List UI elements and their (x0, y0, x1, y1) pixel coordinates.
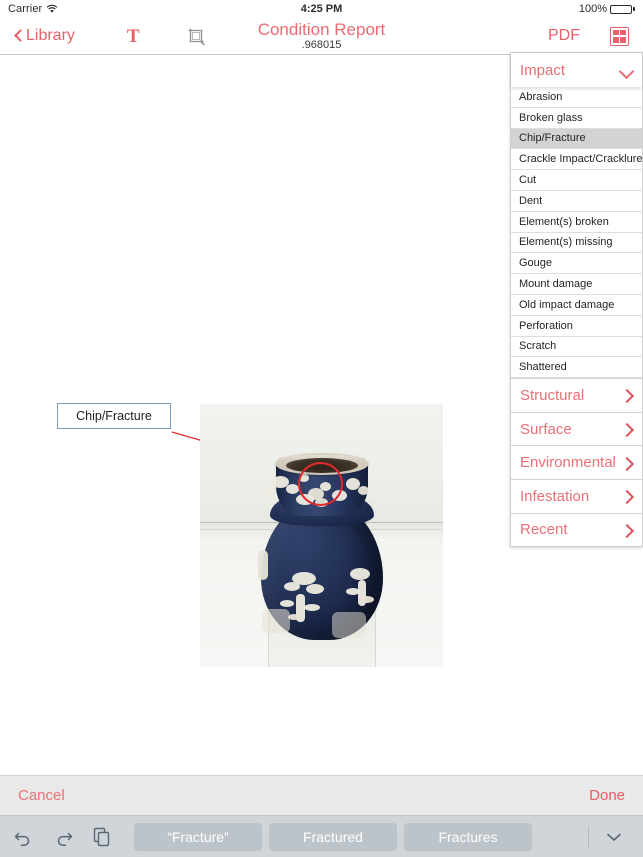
navigation-bar: Library T Condition Report .968015 PDF (0, 18, 643, 55)
status-bar-time: 4:25 PM (300, 3, 343, 15)
keyboard-suggestion-list: “Fracture” Fractured Fractures (134, 822, 532, 851)
impact-option-row[interactable]: Abrasion (511, 87, 642, 108)
divider (588, 825, 589, 848)
category-row-environmental[interactable]: Environmental (511, 445, 642, 479)
impact-option-row[interactable]: Cut (511, 170, 642, 191)
red-circle-annotation[interactable] (298, 462, 343, 506)
suggestion-button[interactable]: Fractures (404, 822, 532, 851)
impact-option-row[interactable]: Mount damage (511, 274, 642, 295)
text-tool-button[interactable]: T (127, 27, 140, 46)
carrier-label: Carrier (8, 3, 43, 15)
back-to-library-button[interactable]: Library (14, 27, 75, 45)
chevron-down-icon (619, 66, 633, 75)
impact-option-row[interactable]: Dent (511, 191, 642, 212)
chevron-right-icon (622, 422, 633, 436)
page-title: Condition Report (257, 20, 386, 39)
impact-option-row[interactable]: Gouge (511, 253, 642, 275)
battery-percent-label: 100% (578, 3, 607, 15)
keyboard-accessory-bar: “Fracture” Fractured Fractures (0, 815, 643, 857)
chevron-right-icon (622, 388, 633, 402)
category-row-structural[interactable]: Structural (511, 378, 642, 412)
battery-full-icon (610, 4, 635, 14)
done-button[interactable]: Done (589, 787, 625, 804)
cancel-button[interactable]: Cancel (18, 787, 65, 804)
impact-option-row[interactable]: Shattered (511, 357, 642, 379)
category-row-label: Infestation (520, 487, 590, 505)
category-row-label: Environmental (520, 454, 616, 472)
undo-arrow-icon[interactable] (14, 827, 34, 847)
back-button-label: Library (26, 27, 75, 44)
nav-bar-right: PDF (548, 26, 643, 46)
wifi-icon (46, 4, 58, 14)
chevron-right-icon (622, 456, 633, 470)
edit-action-bar: Cancel Done (0, 775, 643, 815)
category-row-infestation[interactable]: Infestation (511, 478, 642, 513)
redo-arrow-icon[interactable] (53, 827, 73, 847)
chevron-left-icon (14, 29, 23, 44)
impact-option-row[interactable]: Element(s) broken (511, 212, 642, 233)
suggestion-button[interactable]: “Fracture” (134, 822, 262, 851)
impact-option-row[interactable]: Broken glass (511, 108, 642, 129)
paste-clipboard-icon[interactable] (92, 827, 112, 847)
impact-option-row[interactable]: Perforation (511, 316, 642, 337)
status-bar: Carrier 4:25 PM 100% (0, 0, 643, 18)
grid-four-squares-icon[interactable] (610, 26, 629, 46)
category-row-recent[interactable]: Recent (511, 512, 642, 547)
category-list: Structural Surface Environmental Infestatio… (511, 378, 642, 547)
impact-option-row[interactable]: Element(s) missing (511, 233, 642, 254)
nav-bar-left: Library T (0, 25, 208, 47)
category-row-label: Recent (520, 521, 568, 539)
pdf-button[interactable]: PDF (548, 27, 580, 45)
chevron-right-icon (622, 523, 633, 537)
keyboard-bar-right (588, 825, 629, 848)
category-row-label: Structural (520, 386, 585, 404)
impact-option-row[interactable]: Chip/Fracture (511, 128, 642, 150)
impact-option-row[interactable]: Old impact damage (511, 295, 642, 316)
chevron-right-icon (622, 489, 633, 503)
status-bar-right: 100% (579, 3, 635, 15)
panel-header-label: Impact (520, 61, 566, 79)
impact-option-row[interactable]: Crackle Impact/Cracklure (511, 149, 642, 171)
impact-option-row[interactable]: Scratch (511, 337, 642, 358)
status-bar-left: Carrier (8, 3, 58, 15)
annotation-text-label[interactable]: Chip/Fracture (57, 403, 171, 429)
damage-category-panel: Impact Abrasion Broken glass Chip/Fracture… (510, 52, 643, 548)
vase-photo[interactable] (200, 404, 443, 667)
page-subtitle: .968015 (301, 39, 342, 51)
chevron-down-dismiss-keyboard-icon[interactable] (603, 826, 625, 848)
impact-option-list: Abrasion Broken glass Chip/Fracture Crackle… (511, 87, 642, 379)
panel-header-impact[interactable]: Impact (511, 53, 642, 87)
crop-icon[interactable] (186, 25, 208, 47)
suggestion-button[interactable]: Fractured (269, 822, 397, 851)
category-row-label: Surface (520, 420, 572, 438)
keyboard-edit-icons (14, 827, 112, 847)
category-row-surface[interactable]: Surface (511, 411, 642, 446)
